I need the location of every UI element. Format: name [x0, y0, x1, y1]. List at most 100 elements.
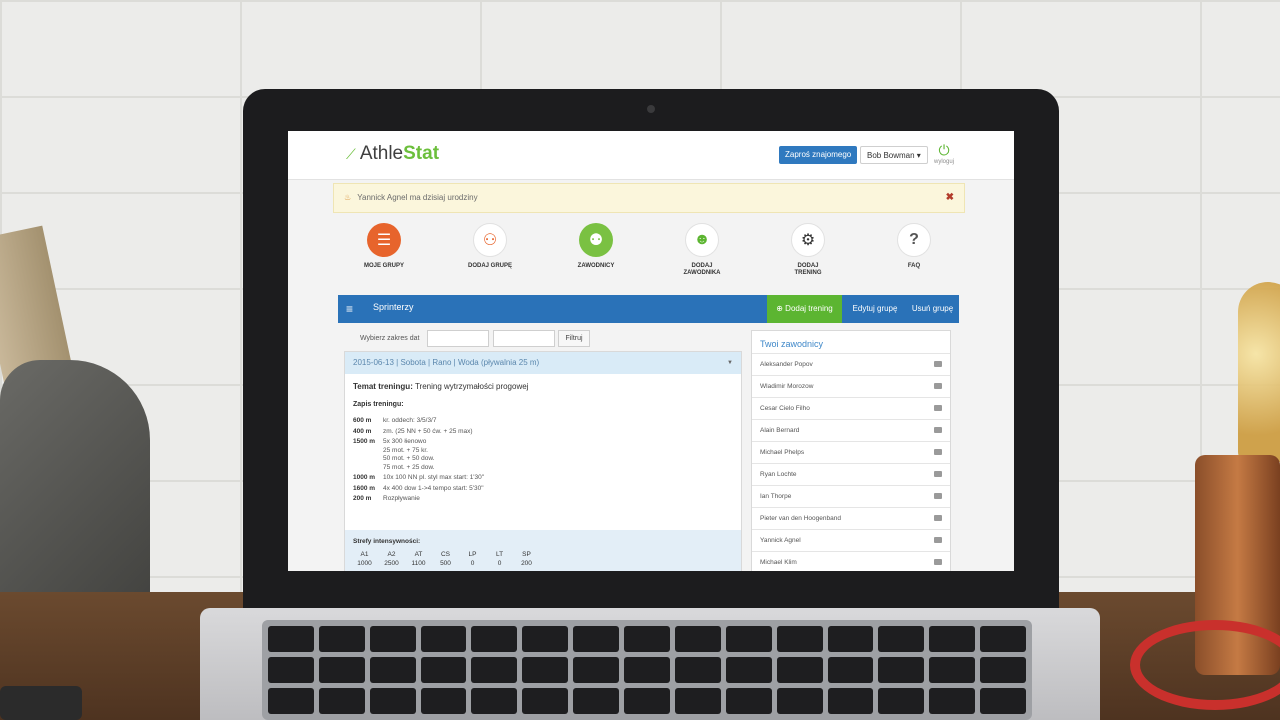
invite-friend-button[interactable]: Zaproś znajomego	[779, 146, 858, 164]
distance-cell: 200 m	[353, 495, 372, 502]
zone-header: CS	[440, 551, 451, 558]
description-cell: kr. oddech: 3/5/3/7	[383, 417, 437, 424]
list-item[interactable]: Wladimir Morozow	[752, 375, 950, 397]
zone-value: 0	[470, 560, 475, 567]
plus-circle-icon: ⊕	[776, 304, 783, 313]
add-training-button[interactable]: ⊕ Dodaj trening	[767, 295, 842, 323]
list-item[interactable]: Yannick Agnel	[752, 529, 950, 551]
add-training-label: Dodaj trening	[785, 304, 833, 313]
nav-label: MOJE GRUPY	[363, 263, 404, 269]
remove-icon[interactable]	[934, 493, 942, 499]
list-item[interactable]: Ryan Lochte	[752, 463, 950, 485]
user-menu-button[interactable]: Bob Bowman ▾	[860, 146, 928, 164]
nav-add-athlete[interactable]: ☻ DODAJ ZAWODNIKA	[662, 223, 742, 277]
power-icon: ⏻	[938, 142, 950, 158]
people-icon: ⚉	[579, 223, 613, 257]
list-item[interactable]: Aleksander Popov	[752, 353, 950, 375]
date-to-input[interactable]	[493, 330, 555, 347]
remove-icon[interactable]	[934, 427, 942, 433]
remove-icon[interactable]	[934, 471, 942, 477]
remove-icon[interactable]	[934, 559, 942, 565]
list-item[interactable]: Michael Phelps	[752, 441, 950, 463]
table-row: 1000 m 10x 100 NN pl. styl max start: 1'3…	[351, 473, 486, 484]
distance-cell: 400 m	[353, 427, 372, 435]
nav-label: DODAJ GRUPĘ	[467, 263, 512, 269]
zone-header: SP	[522, 551, 531, 558]
zone-header: A2	[387, 551, 396, 558]
nav-label: DODAJ TRENING	[794, 263, 822, 276]
list-item[interactable]: Pieter van den Hoogenband	[752, 507, 950, 529]
alert-text: Yannick Agnel ma dzisiaj urodziny	[357, 193, 478, 202]
logo-text-stat: Stat	[403, 143, 440, 164]
logout-button[interactable]: ⏻ wyloguj	[932, 142, 956, 165]
group-panel-header: ≡ Sprinterzy ⊕ Dodaj trening Edytuj grup…	[338, 295, 959, 323]
zone-value: 1000	[357, 560, 372, 567]
zone-value: 1100	[411, 560, 426, 567]
zone-value: 2500	[384, 560, 399, 567]
zone-value: 0	[497, 560, 502, 567]
nav-my-groups[interactable]: ☰ MOJE GRUPY	[344, 223, 424, 270]
phone	[0, 686, 82, 720]
zone-header: LT	[495, 551, 504, 558]
zone-header: A1	[360, 551, 369, 558]
athlestat-logo[interactable]: ⟋ Athle Stat	[346, 143, 439, 165]
remove-icon[interactable]	[934, 383, 942, 389]
remove-icon[interactable]	[934, 361, 942, 367]
nav-athletes[interactable]: ⚉ ZAWODNICY	[556, 223, 636, 270]
table-row: 400 m zm. (25 NN + 50 ćw. + 25 max)	[351, 427, 486, 438]
remove-icon[interactable]	[934, 449, 942, 455]
training-header-text: 2015-06-13 | Sobota | Rano | Woda (pływa…	[353, 358, 540, 367]
table-row: 1600 m 4x 400 dow 1->4 tempo start: 5'30"	[351, 484, 486, 495]
zone-header: AT	[414, 551, 423, 558]
nav-add-group[interactable]: ⚇ DODAJ GRUPĘ	[450, 223, 530, 270]
distance-cell: 600 m	[353, 417, 372, 424]
topic-value: Trening wytrzymałości progowej	[414, 382, 529, 391]
training-topic: Temat treningu: Trening wytrzymałości pr…	[353, 382, 741, 391]
date-from-input[interactable]	[427, 330, 489, 347]
athlete-name: Wladimir Morozow	[760, 383, 814, 390]
cake-icon: ♨	[344, 193, 352, 202]
top-navbar: ⟋ Athle Stat Zaproś znajomego Bob Bowman …	[288, 131, 1014, 180]
keyboard	[262, 620, 1032, 720]
zone-value: 500	[440, 560, 451, 567]
nav-label: DODAJ ZAWODNIKA	[683, 263, 721, 276]
training-log-table: 600 m kr. oddech: 3/5/3/7 400 m zm. (25 NN…	[351, 416, 486, 505]
remove-icon[interactable]	[934, 537, 942, 543]
remove-icon[interactable]	[934, 405, 942, 411]
table-row: 600 m kr. oddech: 3/5/3/7	[351, 416, 486, 427]
zone-header: LP	[468, 551, 477, 558]
quick-nav: ☰ MOJE GRUPY ⚇ DODAJ GRUPĘ ⚉ ZAWODNICY ☻…	[338, 223, 978, 293]
filter-button[interactable]: Filtruj	[558, 330, 590, 347]
distance-cell: 1000 m	[353, 474, 376, 481]
table-row: 1500 m 5x 300 łienowo 25 mot. + 75 kr. 50…	[351, 437, 486, 473]
athlete-name: Pieter van den Hoogenband	[760, 515, 841, 522]
description-cell: 10x 100 NN pl. styl max start: 1'30"	[383, 474, 485, 481]
athlete-name: Cesar Cielo Filho	[760, 405, 810, 412]
athlete-name: Alain Bernard	[760, 427, 800, 434]
description-cell: Rozpływanie	[383, 495, 420, 502]
close-icon[interactable]: ✖	[946, 184, 954, 212]
zone-value: 200	[521, 560, 532, 567]
add-user-icon: ☻	[685, 223, 719, 257]
chevron-down-icon: ▼	[727, 360, 733, 366]
athlete-name: Aleksander Popov	[760, 361, 813, 368]
description-cell: 4x 400 dow 1->4 tempo start: 5'30"	[383, 484, 484, 492]
athlete-name: Yannick Agnel	[760, 537, 801, 544]
nav-faq[interactable]: ? FAQ	[874, 223, 954, 270]
remove-icon[interactable]	[934, 515, 942, 521]
hamburger-icon[interactable]: ≡	[346, 302, 353, 316]
list-item[interactable]: Michael Klim	[752, 551, 950, 571]
list-item[interactable]: Alain Bernard	[752, 419, 950, 441]
intensity-zones: Strefy intensywności: A1 A2 AT CS LP LT …	[345, 530, 741, 571]
delete-group-button[interactable]: Usuń grupę	[906, 295, 959, 323]
nav-add-training[interactable]: ⚙ DODAJ TRENING	[768, 223, 848, 277]
nav-label: ZAWODNICY	[577, 263, 615, 269]
edit-group-button[interactable]: Edytuj grupę	[847, 295, 903, 323]
webcam-icon	[647, 105, 655, 113]
add-group-icon: ⚇	[473, 223, 507, 257]
description-cell: zm. (25 NN + 50 ćw. + 25 max)	[383, 427, 473, 435]
list-item[interactable]: Cesar Cielo Filho	[752, 397, 950, 419]
topic-label: Temat treningu:	[353, 382, 413, 391]
list-item[interactable]: Ian Thorpe	[752, 485, 950, 507]
training-header[interactable]: 2015-06-13 | Sobota | Rano | Woda (pływa…	[345, 352, 741, 374]
